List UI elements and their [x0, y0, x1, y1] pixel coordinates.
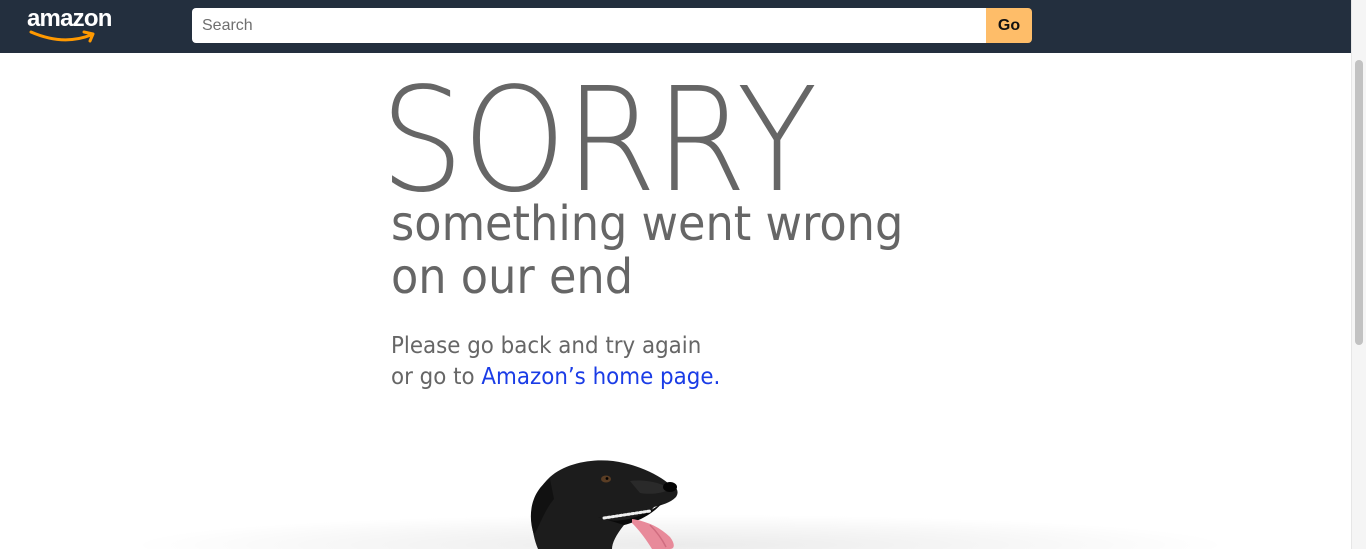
- top-nav-bar: amazon Go: [0, 0, 1351, 53]
- error-message: Please go back and try again or go to Am…: [391, 331, 720, 393]
- amazon-logo[interactable]: amazon: [27, 5, 127, 45]
- message-prefix: or go to: [391, 364, 482, 390]
- error-page: amazon Go SORRY something went wrong on …: [0, 0, 1366, 549]
- search-input[interactable]: [192, 8, 986, 43]
- page-scrollbar[interactable]: [1351, 0, 1366, 549]
- scrollbar-thumb[interactable]: [1355, 60, 1363, 345]
- smile-arrow-icon: [29, 30, 95, 43]
- error-subtitle: something went wrong on our end: [391, 198, 903, 304]
- subtitle-line-1: something went wrong: [391, 196, 904, 252]
- subtitle-line-2: on our end: [391, 249, 634, 305]
- message-line-2: or go to Amazon’s home page.: [391, 362, 720, 393]
- go-button[interactable]: Go: [986, 8, 1032, 43]
- dog-image: [530, 460, 678, 549]
- message-line-1: Please go back and try again: [391, 333, 702, 359]
- home-page-link[interactable]: Amazon’s home page.: [481, 364, 720, 390]
